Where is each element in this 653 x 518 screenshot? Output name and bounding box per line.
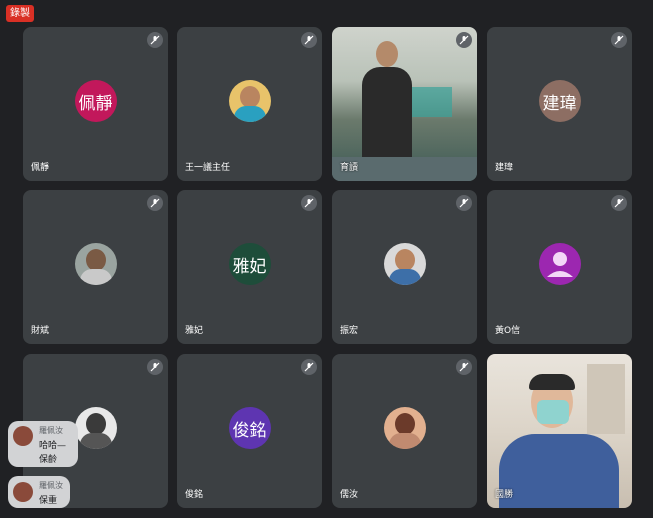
- sender-avatar: [13, 482, 33, 502]
- participant-tile[interactable]: 財斌: [23, 190, 168, 344]
- avatar-photo: [383, 243, 426, 285]
- mic-off-icon: [301, 195, 317, 211]
- participant-name: 儒汝: [340, 490, 359, 500]
- face-shape: [394, 249, 415, 271]
- recording-badge: 錄製: [6, 5, 34, 22]
- avatar-photo: [74, 243, 117, 285]
- participant-tile[interactable]: 佩靜 佩靜: [23, 27, 168, 181]
- person-body: [362, 67, 412, 157]
- mic-off-icon: [611, 195, 627, 211]
- mic-off-icon: [456, 195, 472, 211]
- participant-name: 黃O信: [495, 326, 521, 336]
- mic-off-icon: [147, 359, 163, 375]
- person-hair: [529, 374, 575, 390]
- default-user-icon: [538, 243, 581, 285]
- person-head: [376, 41, 398, 67]
- avatar: 佩靜: [74, 80, 117, 122]
- participant-name: 振宏: [340, 326, 359, 336]
- body-shape: [388, 269, 421, 285]
- face-shape: [85, 413, 106, 435]
- avatar-photo: [74, 407, 117, 449]
- participant-tile[interactable]: 儒汝: [332, 354, 477, 508]
- wall-frames: [587, 364, 625, 434]
- chat-message: 保重: [39, 496, 58, 506]
- participant-tile[interactable]: 王一議主任: [177, 27, 322, 181]
- participant-tile[interactable]: 雅妃 雅妃: [177, 190, 322, 344]
- avatar-photo: [228, 80, 271, 122]
- chat-message: 保齡: [39, 455, 58, 465]
- participant-name: 國勝: [495, 490, 514, 500]
- body-shape: [79, 433, 112, 449]
- avatar: 雅妃: [228, 243, 271, 285]
- participant-name: 財斌: [31, 326, 50, 336]
- mic-off-icon: [611, 32, 627, 48]
- body-shape: [388, 433, 421, 449]
- face-mask: [537, 400, 569, 424]
- mic-off-icon: [301, 32, 317, 48]
- participant-name: 王一議主任: [185, 163, 231, 173]
- mic-off-icon: [456, 32, 472, 48]
- participant-video[interactable]: 國勝: [487, 354, 632, 508]
- body-shape: [79, 269, 112, 285]
- face-shape: [239, 86, 260, 108]
- mic-off-icon: [301, 359, 317, 375]
- person-body: [499, 434, 619, 508]
- participant-name: 佩靜: [31, 163, 50, 173]
- participant-tile[interactable]: 建瑋 建瑋: [487, 27, 632, 181]
- face-shape: [394, 413, 415, 435]
- avatar: 建瑋: [538, 80, 581, 122]
- participant-name: 雅妃: [185, 326, 204, 336]
- chat-toast[interactable]: 羅佩汝 哈哈— 保齡: [8, 421, 78, 467]
- avatar-photo: [383, 407, 426, 449]
- chat-toast[interactable]: 羅佩汝 保重: [8, 476, 70, 508]
- chat-message: 哈哈—: [39, 441, 67, 451]
- mic-off-icon: [147, 195, 163, 211]
- participant-tile[interactable]: 俊銘 俊銘: [177, 354, 322, 508]
- body-shape: [233, 106, 266, 122]
- participant-name: 建瑋: [495, 163, 514, 173]
- participant-name: 育讀: [340, 163, 359, 173]
- face-shape: [85, 249, 106, 271]
- participant-video[interactable]: 育讀: [332, 27, 477, 181]
- mic-off-icon: [456, 359, 472, 375]
- mic-off-icon: [147, 32, 163, 48]
- participant-tile[interactable]: 黃O信: [487, 190, 632, 344]
- avatar: 俊銘: [228, 407, 271, 449]
- participant-name: 俊銘: [185, 490, 204, 500]
- chat-sender: 羅佩汝: [39, 481, 63, 490]
- participant-tile[interactable]: 振宏: [332, 190, 477, 344]
- sender-avatar: [13, 426, 33, 446]
- chat-sender: 羅佩汝: [39, 426, 63, 435]
